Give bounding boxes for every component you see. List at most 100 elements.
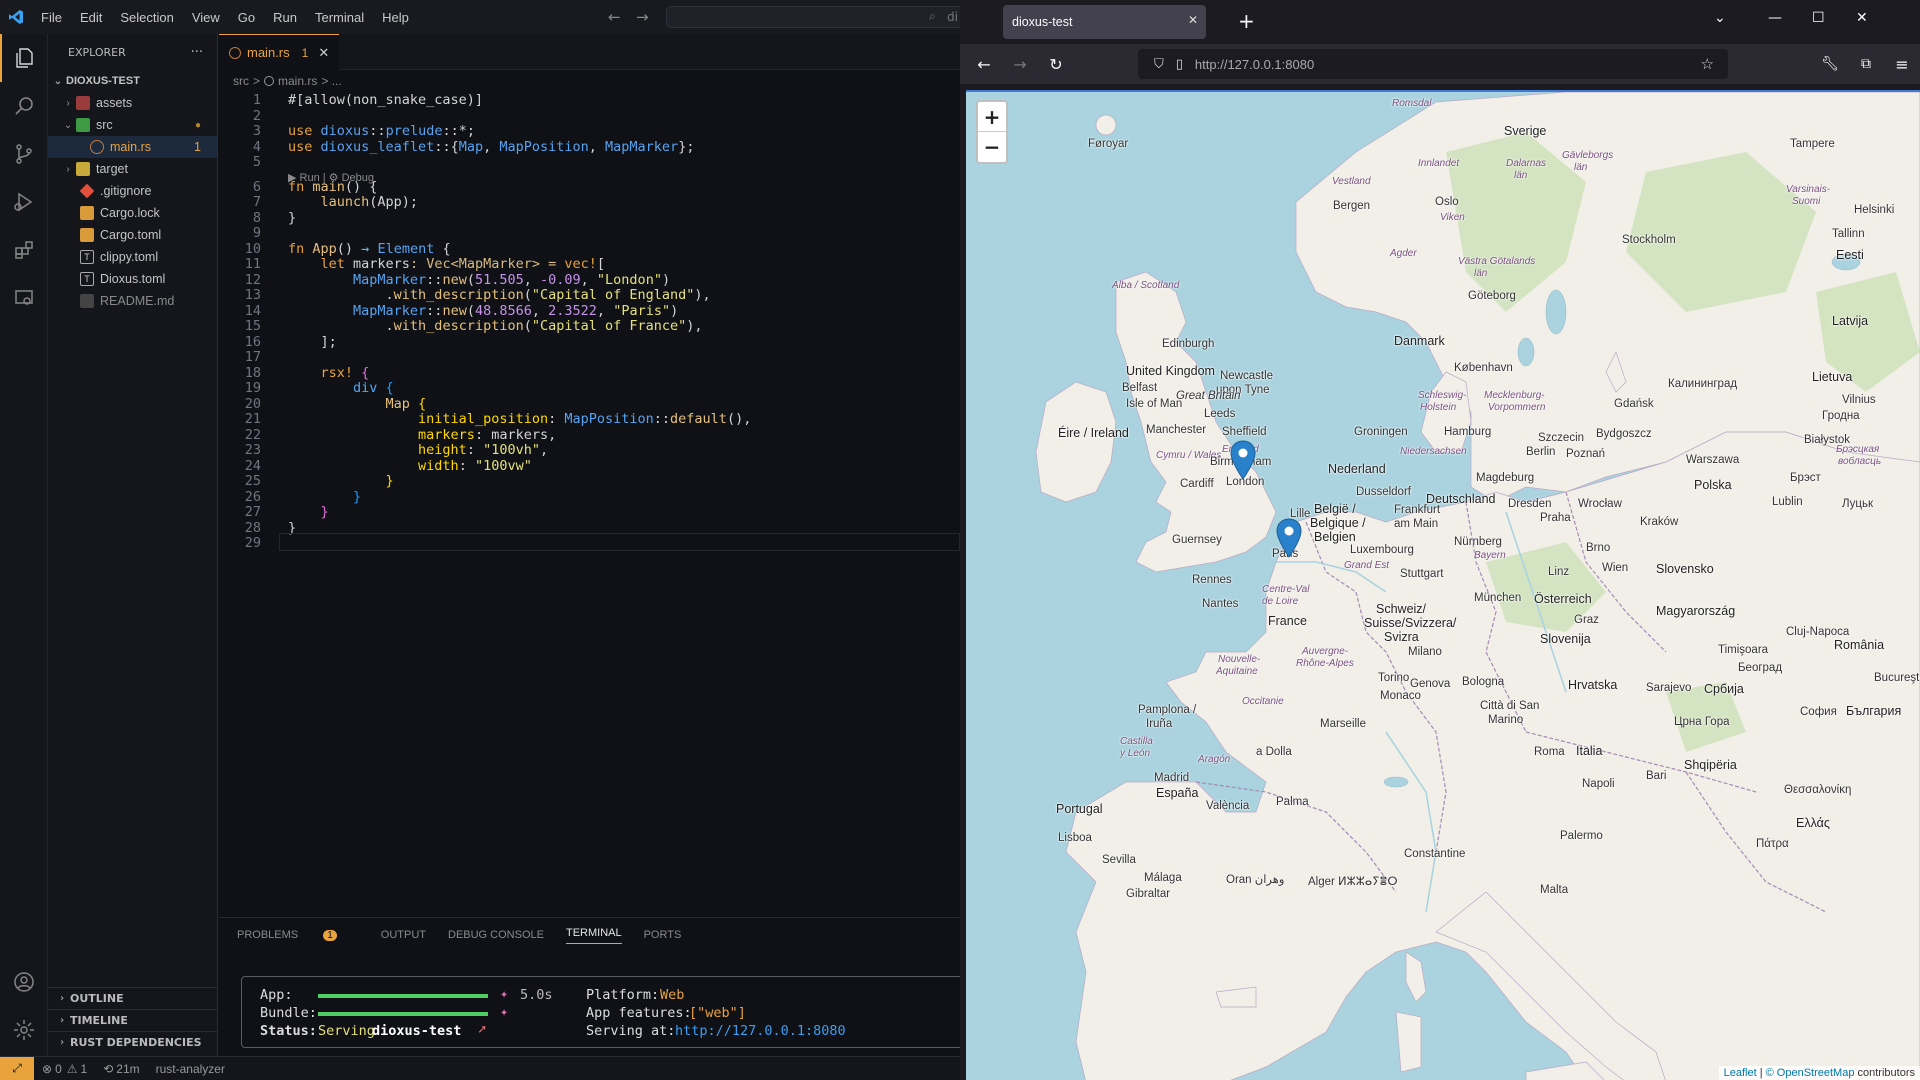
forward-icon[interactable]: →	[1010, 54, 1030, 74]
app-progress-fill	[318, 994, 488, 998]
language-server-status[interactable]: rust-analyzer	[156, 1062, 225, 1076]
tree-folder-src[interactable]: ⌄ src ●	[48, 114, 217, 136]
warning-count[interactable]: 1	[81, 1062, 88, 1076]
menu-file[interactable]: File	[32, 10, 71, 25]
rust-dependencies-section[interactable]: › RUST DEPENDENCIES	[48, 1031, 218, 1053]
more-actions-icon[interactable]: ···	[191, 45, 203, 60]
codelens-run-debug[interactable]: ▶ Run | ⚙ Debug	[288, 171, 374, 184]
error-count[interactable]: 0	[55, 1062, 62, 1076]
map-label: Suomi	[1792, 196, 1821, 207]
menu-go[interactable]: Go	[229, 10, 264, 25]
outline-section[interactable]: › OUTLINE	[48, 987, 218, 1009]
tab-debug-console[interactable]: DEBUG CONSOLE	[448, 929, 544, 941]
remote-indicator[interactable]: ⤢	[0, 1056, 34, 1080]
url-text[interactable]: http://127.0.0.1:8080	[1195, 57, 1314, 72]
map-label: Grand Est	[1344, 560, 1390, 571]
tree-folder-target[interactable]: › target	[48, 158, 217, 180]
extensions-puzzle-icon[interactable]: ⧉	[1856, 54, 1876, 74]
map-label: Centre-Val	[1262, 584, 1310, 595]
code-token: Map	[458, 138, 484, 155]
menu-selection[interactable]: Selection	[111, 10, 182, 25]
map-label: Warszawa	[1686, 454, 1740, 466]
code-token: ),	[686, 318, 703, 334]
menu-help[interactable]: Help	[373, 10, 418, 25]
map-label: Groningen	[1354, 426, 1408, 438]
menu-terminal[interactable]: Terminal	[306, 10, 373, 25]
bookmark-star-icon[interactable]: ☆	[1701, 55, 1714, 73]
map-marker-london[interactable]	[1230, 440, 1256, 480]
map-marker-paris[interactable]	[1276, 518, 1302, 558]
tree-file-cargo-toml[interactable]: Cargo.toml	[48, 224, 217, 246]
timeline-section[interactable]: › TIMELINE	[48, 1009, 218, 1031]
reload-icon[interactable]: ↻	[1046, 54, 1066, 74]
map-label: län	[1574, 162, 1588, 173]
map-label: Constantine	[1404, 848, 1466, 860]
map-label: Frankfurt	[1394, 504, 1441, 516]
tab-main-rs[interactable]: main.rs 1 ✕	[219, 34, 340, 70]
leaflet-map[interactable]: + − Føroyar Bergen Oslo Sverige Stockhol…	[966, 90, 1920, 1080]
extensions-icon[interactable]	[0, 226, 48, 274]
tree-file-clippy-toml[interactable]: T clippy.toml	[48, 246, 217, 268]
code-token: ];	[288, 333, 337, 350]
new-tab-icon[interactable]: +	[1238, 9, 1255, 33]
code-token: "Capital of England"	[531, 287, 695, 303]
party-icon: ✦	[500, 1004, 509, 1020]
zoom-in-button[interactable]: +	[978, 102, 1006, 132]
tree-file-dioxus-toml[interactable]: T Dioxus.toml	[48, 268, 217, 290]
source-control-icon[interactable]	[0, 130, 48, 178]
url-bar[interactable]: ⛉ ▯ http://127.0.0.1:8080 ☆	[1138, 49, 1728, 79]
search-icon[interactable]	[0, 82, 48, 130]
code-token: MapMarker	[605, 138, 679, 155]
toml-icon: T	[80, 272, 94, 286]
tree-file-gitignore[interactable]: .gitignore	[48, 180, 217, 202]
map-label: Tampere	[1790, 138, 1835, 150]
explorer-icon[interactable]	[0, 34, 48, 82]
terminal-output[interactable]: App: Bundle: Status: ✦ ✦ 5.0s Serving di…	[241, 976, 960, 1048]
tab-problems[interactable]: PROBLEMS 1	[237, 929, 359, 941]
remote-icon: ⤢	[12, 1061, 22, 1075]
code-token: (	[523, 318, 532, 334]
tab-terminal[interactable]: TERMINAL	[565, 927, 622, 944]
window-close-icon[interactable]: ✕	[1856, 10, 1868, 26]
project-root[interactable]: ⌄ DIOXUS-TEST	[48, 70, 217, 92]
menu-view[interactable]: View	[183, 10, 229, 25]
tab-output[interactable]: OUTPUT	[381, 929, 426, 941]
serving-url-link[interactable]: http://127.0.0.1:8080	[675, 1023, 846, 1039]
map-label: Marseille	[1320, 718, 1367, 730]
tree-file-cargo-lock[interactable]: Cargo.lock	[48, 202, 217, 224]
menu-edit[interactable]: Edit	[71, 10, 111, 25]
map-label: Manchester	[1146, 424, 1207, 436]
browser-tab[interactable]: dioxus-test ✕	[1003, 5, 1206, 39]
back-icon[interactable]: ←	[974, 54, 994, 74]
remote-explorer-icon[interactable]	[0, 274, 48, 322]
openstreetmap-link[interactable]: © OpenStreetMap	[1766, 1067, 1855, 1079]
back-arrow-icon[interactable]: ←	[608, 8, 621, 26]
tree-file-readme[interactable]: README.md	[48, 290, 217, 312]
current-line-highlight	[279, 533, 960, 551]
maximize-icon[interactable]: ☐	[1812, 10, 1825, 26]
code-line: }	[288, 489, 361, 505]
run-debug-icon[interactable]	[0, 178, 48, 226]
manage-gear-icon[interactable]	[0, 1006, 48, 1054]
close-tab-icon[interactable]: ✕	[1188, 13, 1198, 27]
code-token: launch	[320, 194, 370, 210]
map-label: Bari	[1646, 770, 1667, 782]
minimize-icon[interactable]: —	[1768, 10, 1782, 26]
forward-arrow-icon[interactable]: →	[636, 8, 649, 26]
close-icon[interactable]: ✕	[318, 45, 329, 61]
account-icon[interactable]	[0, 958, 48, 1006]
tree-file-main-rs[interactable]: main.rs 1	[48, 136, 217, 158]
session-time[interactable]: 21m	[116, 1062, 139, 1076]
tab-ports[interactable]: PORTS	[644, 929, 682, 941]
tree-folder-assets[interactable]: › assets	[48, 92, 217, 114]
leaflet-link[interactable]: Leaflet	[1724, 1067, 1757, 1079]
hamburger-menu-icon[interactable]: ≡	[1892, 54, 1912, 74]
list-tabs-chevron-icon[interactable]: ⌄	[1714, 10, 1726, 26]
zoom-out-button[interactable]: −	[978, 132, 1006, 162]
menu-run[interactable]: Run	[264, 10, 306, 25]
map-label: Slovenija	[1540, 632, 1591, 646]
command-center-search[interactable]: ⌕ di	[666, 6, 960, 28]
chevron-down-icon: ⌄	[53, 75, 63, 87]
wrench-icon[interactable]: 🔧︎	[1820, 54, 1840, 74]
map-label: Genova	[1410, 678, 1451, 690]
